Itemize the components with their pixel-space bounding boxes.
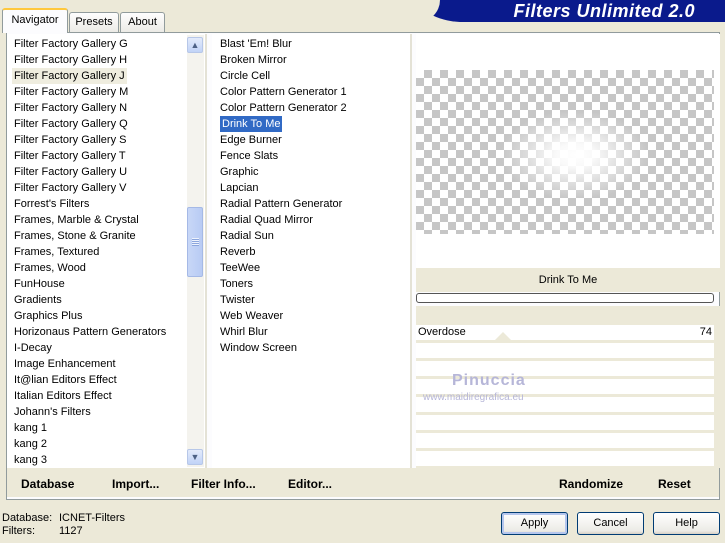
editor-button[interactable]: Editor... xyxy=(288,476,332,492)
list-item[interactable]: Graphic xyxy=(220,164,259,180)
list-item[interactable]: Edge Burner xyxy=(220,132,282,148)
list-item[interactable]: Radial Sun xyxy=(220,228,274,244)
progress-bar xyxy=(416,293,714,303)
status-filters: Filters: 1127 xyxy=(2,525,83,538)
help-button[interactable]: Help xyxy=(653,512,720,535)
divider xyxy=(205,34,207,468)
status-label: Filters: xyxy=(2,525,35,537)
list-item[interactable]: TeeWee xyxy=(220,260,260,276)
list-item[interactable]: Color Pattern Generator 2 xyxy=(220,100,347,116)
status-value: 1127 xyxy=(59,525,83,537)
list-item[interactable]: Filter Factory Gallery Q xyxy=(14,116,128,132)
parameter-slot xyxy=(416,433,714,448)
list-item[interactable]: Forrest's Filters xyxy=(14,196,89,212)
list-item[interactable]: Blast 'Em! Blur xyxy=(220,36,292,52)
divider xyxy=(410,34,412,468)
tab-about[interactable]: About xyxy=(120,12,165,32)
list-item[interactable]: Whirl Blur xyxy=(220,324,268,340)
list-item[interactable]: Frames, Stone & Granite xyxy=(14,228,136,244)
category-scrollbar[interactable]: ▲ ▼ xyxy=(187,35,204,467)
list-item[interactable]: Radial Pattern Generator xyxy=(220,196,342,212)
list-item[interactable]: kang 1 xyxy=(14,420,47,436)
app-title: Filters Unlimited 2.0 xyxy=(400,0,725,22)
list-item[interactable]: kang 2 xyxy=(14,436,47,452)
list-item[interactable]: Johann's Filters xyxy=(14,404,91,420)
apply-button[interactable]: Apply xyxy=(501,512,568,535)
watermark-url: www.maidiregrafica.eu xyxy=(423,392,524,403)
list-item[interactable]: Italian Editors Effect xyxy=(14,388,112,404)
list-item[interactable]: Gradients xyxy=(14,292,62,308)
status-label: Database: xyxy=(2,512,53,524)
tab-presets[interactable]: Presets xyxy=(69,12,119,32)
parameter-slot xyxy=(416,451,714,466)
list-item[interactable]: Radial Quad Mirror xyxy=(220,212,313,228)
list-item[interactable]: Image Enhancement xyxy=(14,356,116,372)
list-item[interactable]: Fence Slats xyxy=(220,148,278,164)
parameter-label: Overdose xyxy=(418,326,466,338)
list-item[interactable]: Frames, Marble & Crystal xyxy=(14,212,139,228)
list-item[interactable]: Color Pattern Generator 1 xyxy=(220,84,347,100)
list-item[interactable]: FunHouse xyxy=(14,276,65,292)
parameter-value: 74 xyxy=(699,326,712,338)
list-item[interactable]: Window Screen xyxy=(220,340,297,356)
chevron-down-icon[interactable]: ▼ xyxy=(187,449,203,465)
list-item[interactable]: kang 3 xyxy=(14,452,47,468)
tab-navigator[interactable]: Navigator xyxy=(2,8,68,33)
list-item[interactable]: Filter Factory Gallery S xyxy=(14,132,126,148)
list-item[interactable]: Reverb xyxy=(220,244,255,260)
list-item[interactable]: Graphics Plus xyxy=(14,308,82,324)
parameter-slot xyxy=(416,415,714,430)
list-item[interactable]: Filter Factory Gallery N xyxy=(14,100,127,116)
database-button[interactable]: Database xyxy=(21,476,74,492)
slider-thumb[interactable] xyxy=(495,332,511,340)
import-button[interactable]: Import... xyxy=(112,476,159,492)
chevron-up-icon[interactable]: ▲ xyxy=(187,37,203,53)
list-item[interactable]: Frames, Wood xyxy=(14,260,86,276)
preview-glow xyxy=(500,110,650,200)
scrollbar-thumb[interactable] xyxy=(187,207,203,277)
list-item[interactable]: Filter Factory Gallery H xyxy=(14,52,127,68)
list-item[interactable]: Circle Cell xyxy=(220,68,270,84)
parameter-slot xyxy=(416,343,714,358)
filter-list[interactable]: Blast 'Em! Blur Broken Mirror Circle Cell C… xyxy=(212,34,410,468)
list-item[interactable]: Filter Factory Gallery G xyxy=(14,36,128,52)
list-item[interactable]: Web Weaver xyxy=(220,308,283,324)
list-item[interactable]: Filter Factory Gallery J xyxy=(12,68,127,84)
watermark-name: Pinuccia xyxy=(452,372,526,389)
list-item[interactable]: Filter Factory Gallery M xyxy=(14,84,128,100)
list-item[interactable]: Broken Mirror xyxy=(220,52,287,68)
randomize-button[interactable]: Randomize xyxy=(559,476,623,492)
parameter-slider-overdose[interactable]: Overdose 74 xyxy=(416,325,714,340)
category-list[interactable]: Filter Factory Gallery G Filter Factory G… xyxy=(7,34,205,468)
list-item[interactable]: Horizonaus Pattern Generators xyxy=(14,324,166,340)
status-database: Database: ICNET-Filters xyxy=(2,512,125,525)
list-item[interactable]: Frames, Textured xyxy=(14,244,99,260)
list-item[interactable]: Toners xyxy=(220,276,253,292)
list-item[interactable]: I-Decay xyxy=(14,340,52,356)
cancel-button[interactable]: Cancel xyxy=(577,512,644,535)
reset-button[interactable]: Reset xyxy=(658,476,691,492)
list-item[interactable]: Lapcian xyxy=(220,180,259,196)
list-item[interactable]: Filter Factory Gallery U xyxy=(14,164,127,180)
status-value: ICNET-Filters xyxy=(59,512,125,524)
list-item[interactable]: Filter Factory Gallery T xyxy=(14,148,126,164)
list-item[interactable]: Filter Factory Gallery V xyxy=(14,180,126,196)
list-item[interactable]: It@lian Editors Effect xyxy=(14,372,117,388)
list-item[interactable]: Drink To Me xyxy=(220,116,283,132)
filter-info-button[interactable]: Filter Info... xyxy=(191,476,256,492)
list-item[interactable]: Twister xyxy=(220,292,255,308)
current-filter-name: Drink To Me xyxy=(416,268,720,292)
